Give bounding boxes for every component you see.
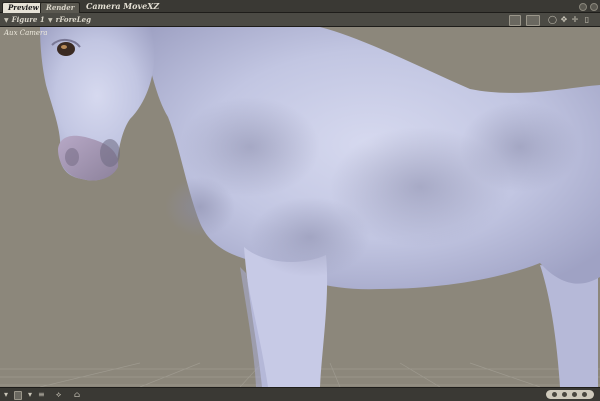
- move-icon[interactable]: ✥: [560, 15, 568, 24]
- cross-icon[interactable]: ✛: [571, 15, 579, 24]
- circle-icon[interactable]: ◯: [548, 15, 557, 24]
- fork-icon[interactable]: ⟡: [56, 390, 61, 399]
- chevron-down-icon: ▼: [4, 17, 9, 24]
- thermometer-icon[interactable]: ▯: [583, 15, 591, 24]
- chevron-down-icon: ▼: [48, 17, 53, 24]
- lines-icon[interactable]: ≡: [38, 390, 45, 399]
- display-style-switcher[interactable]: [546, 390, 594, 399]
- scene-render: [0, 27, 600, 387]
- figure-dropdown[interactable]: ▼ Figure 1: [4, 15, 45, 24]
- 3d-viewport[interactable]: Aux Camera: [0, 27, 600, 387]
- menu-icon[interactable]: ▾: [4, 390, 8, 399]
- hat-icon[interactable]: ⌂: [74, 390, 80, 399]
- window-close-icon[interactable]: [590, 3, 598, 11]
- horse-eye: [57, 42, 75, 56]
- tab-render[interactable]: Render: [40, 2, 81, 13]
- body-part-dropdown[interactable]: ▼ rForeLeg: [48, 15, 91, 24]
- window-control-icon[interactable]: [579, 3, 587, 11]
- poser-document-window: Preview Render Camera MoveXZ ▼ Figure 1 ▼…: [0, 0, 600, 401]
- display-dot-icon[interactable]: [572, 392, 577, 397]
- display-dot-icon[interactable]: [582, 392, 587, 397]
- tab-preview[interactable]: Preview: [2, 2, 45, 13]
- menu2-icon[interactable]: ▾: [28, 390, 32, 399]
- figure-dropdown-label: Figure 1: [11, 15, 45, 24]
- document-icon[interactable]: [509, 15, 521, 26]
- square-icon[interactable]: [14, 391, 22, 400]
- folder-icon[interactable]: [526, 15, 540, 26]
- tab-bar: Preview Render Camera MoveXZ: [0, 0, 600, 13]
- display-dot-icon[interactable]: [562, 392, 567, 397]
- bottom-toolbar: ▾ ▾ ≡ ⟡ ⌂: [0, 387, 600, 401]
- camera-label: Aux Camera: [4, 29, 48, 37]
- horse-nostril: [65, 148, 79, 166]
- viewport-toolbar: ▼ Figure 1 ▼ rForeLeg ◯ ✥ ✛ ▯: [0, 13, 600, 27]
- display-dot-icon[interactable]: [552, 392, 557, 397]
- viewport-title: Camera MoveXZ: [86, 1, 160, 11]
- body-part-dropdown-label: rForeLeg: [55, 15, 91, 24]
